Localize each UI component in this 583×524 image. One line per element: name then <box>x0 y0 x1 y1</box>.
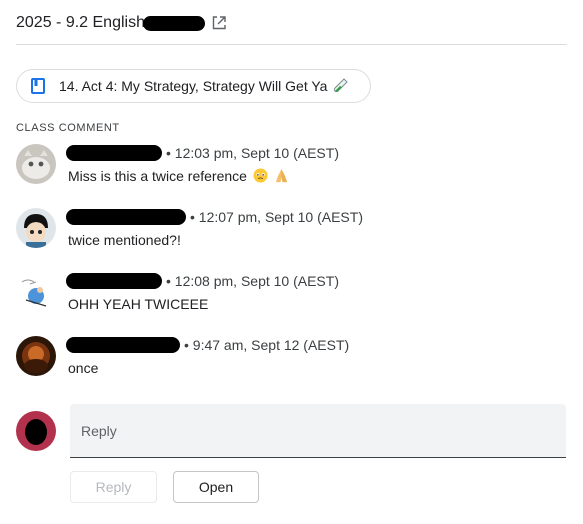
comment-text: OHH YEAH TWICEEE <box>68 296 209 312</box>
open-button[interactable]: Open <box>173 471 259 503</box>
external-link-icon[interactable] <box>211 15 227 31</box>
redacted-author <box>66 145 162 161</box>
comment-text: once <box>68 360 99 376</box>
redacted-author <box>66 273 162 289</box>
post-header: 2025 - 9.2 English <box>16 12 567 45</box>
comment-meta: • 12:08 pm, Sept 10 (AEST) <box>66 272 339 290</box>
avatar[interactable] <box>16 336 56 376</box>
section-label: CLASS COMMENT <box>16 122 120 134</box>
reply-input[interactable]: Reply <box>70 404 566 458</box>
avatar[interactable] <box>16 272 56 312</box>
redacted-name <box>142 15 205 31</box>
redacted-author <box>66 209 186 225</box>
redacted-author <box>66 337 180 353</box>
avatar[interactable] <box>16 208 56 248</box>
comment-timestamp: • 12:03 pm, Sept 10 (AEST) <box>166 145 339 161</box>
class-title: 2025 - 9.2 English <box>16 14 145 31</box>
comment-timestamp: • 12:07 pm, Sept 10 (AEST) <box>190 209 363 225</box>
comment-meta: • 9:47 am, Sept 12 (AEST) <box>66 336 349 354</box>
comment-text: Miss is this a twice reference <box>68 168 289 184</box>
reply-button[interactable]: Reply <box>70 471 157 503</box>
avatar[interactable] <box>16 144 56 184</box>
comment-meta: • 12:07 pm, Sept 10 (AEST) <box>66 208 363 226</box>
book-icon <box>31 78 45 94</box>
material-chip[interactable]: 14. Act 4: My Strategy, Strategy Will Ge… <box>16 69 371 103</box>
comment-meta: • 12:03 pm, Sept 10 (AEST) <box>66 144 339 162</box>
folded-hands-emoji <box>275 168 287 183</box>
teary-face-emoji <box>253 168 268 183</box>
material-title: 14. Act 4: My Strategy, Strategy Will Ge… <box>59 78 328 94</box>
current-user-avatar <box>16 411 56 451</box>
comment: • 9:47 am, Sept 12 (AEST) once <box>16 336 556 386</box>
test-tube-icon <box>334 78 349 93</box>
title-row: 2025 - 9.2 English <box>16 12 567 34</box>
comment-text: twice mentioned?! <box>68 232 181 248</box>
comment-timestamp: • 12:08 pm, Sept 10 (AEST) <box>166 273 339 289</box>
comment: • 12:07 pm, Sept 10 (AEST) twice mention… <box>16 208 556 258</box>
comment: • 12:08 pm, Sept 10 (AEST) OHH YEAH TWIC… <box>16 272 556 322</box>
comment: • 12:03 pm, Sept 10 (AEST) Miss is this … <box>16 144 556 194</box>
comment-text-content: Miss is this a twice reference <box>68 168 247 184</box>
comment-timestamp: • 9:47 am, Sept 12 (AEST) <box>184 337 350 353</box>
reply-placeholder: Reply <box>81 423 117 439</box>
